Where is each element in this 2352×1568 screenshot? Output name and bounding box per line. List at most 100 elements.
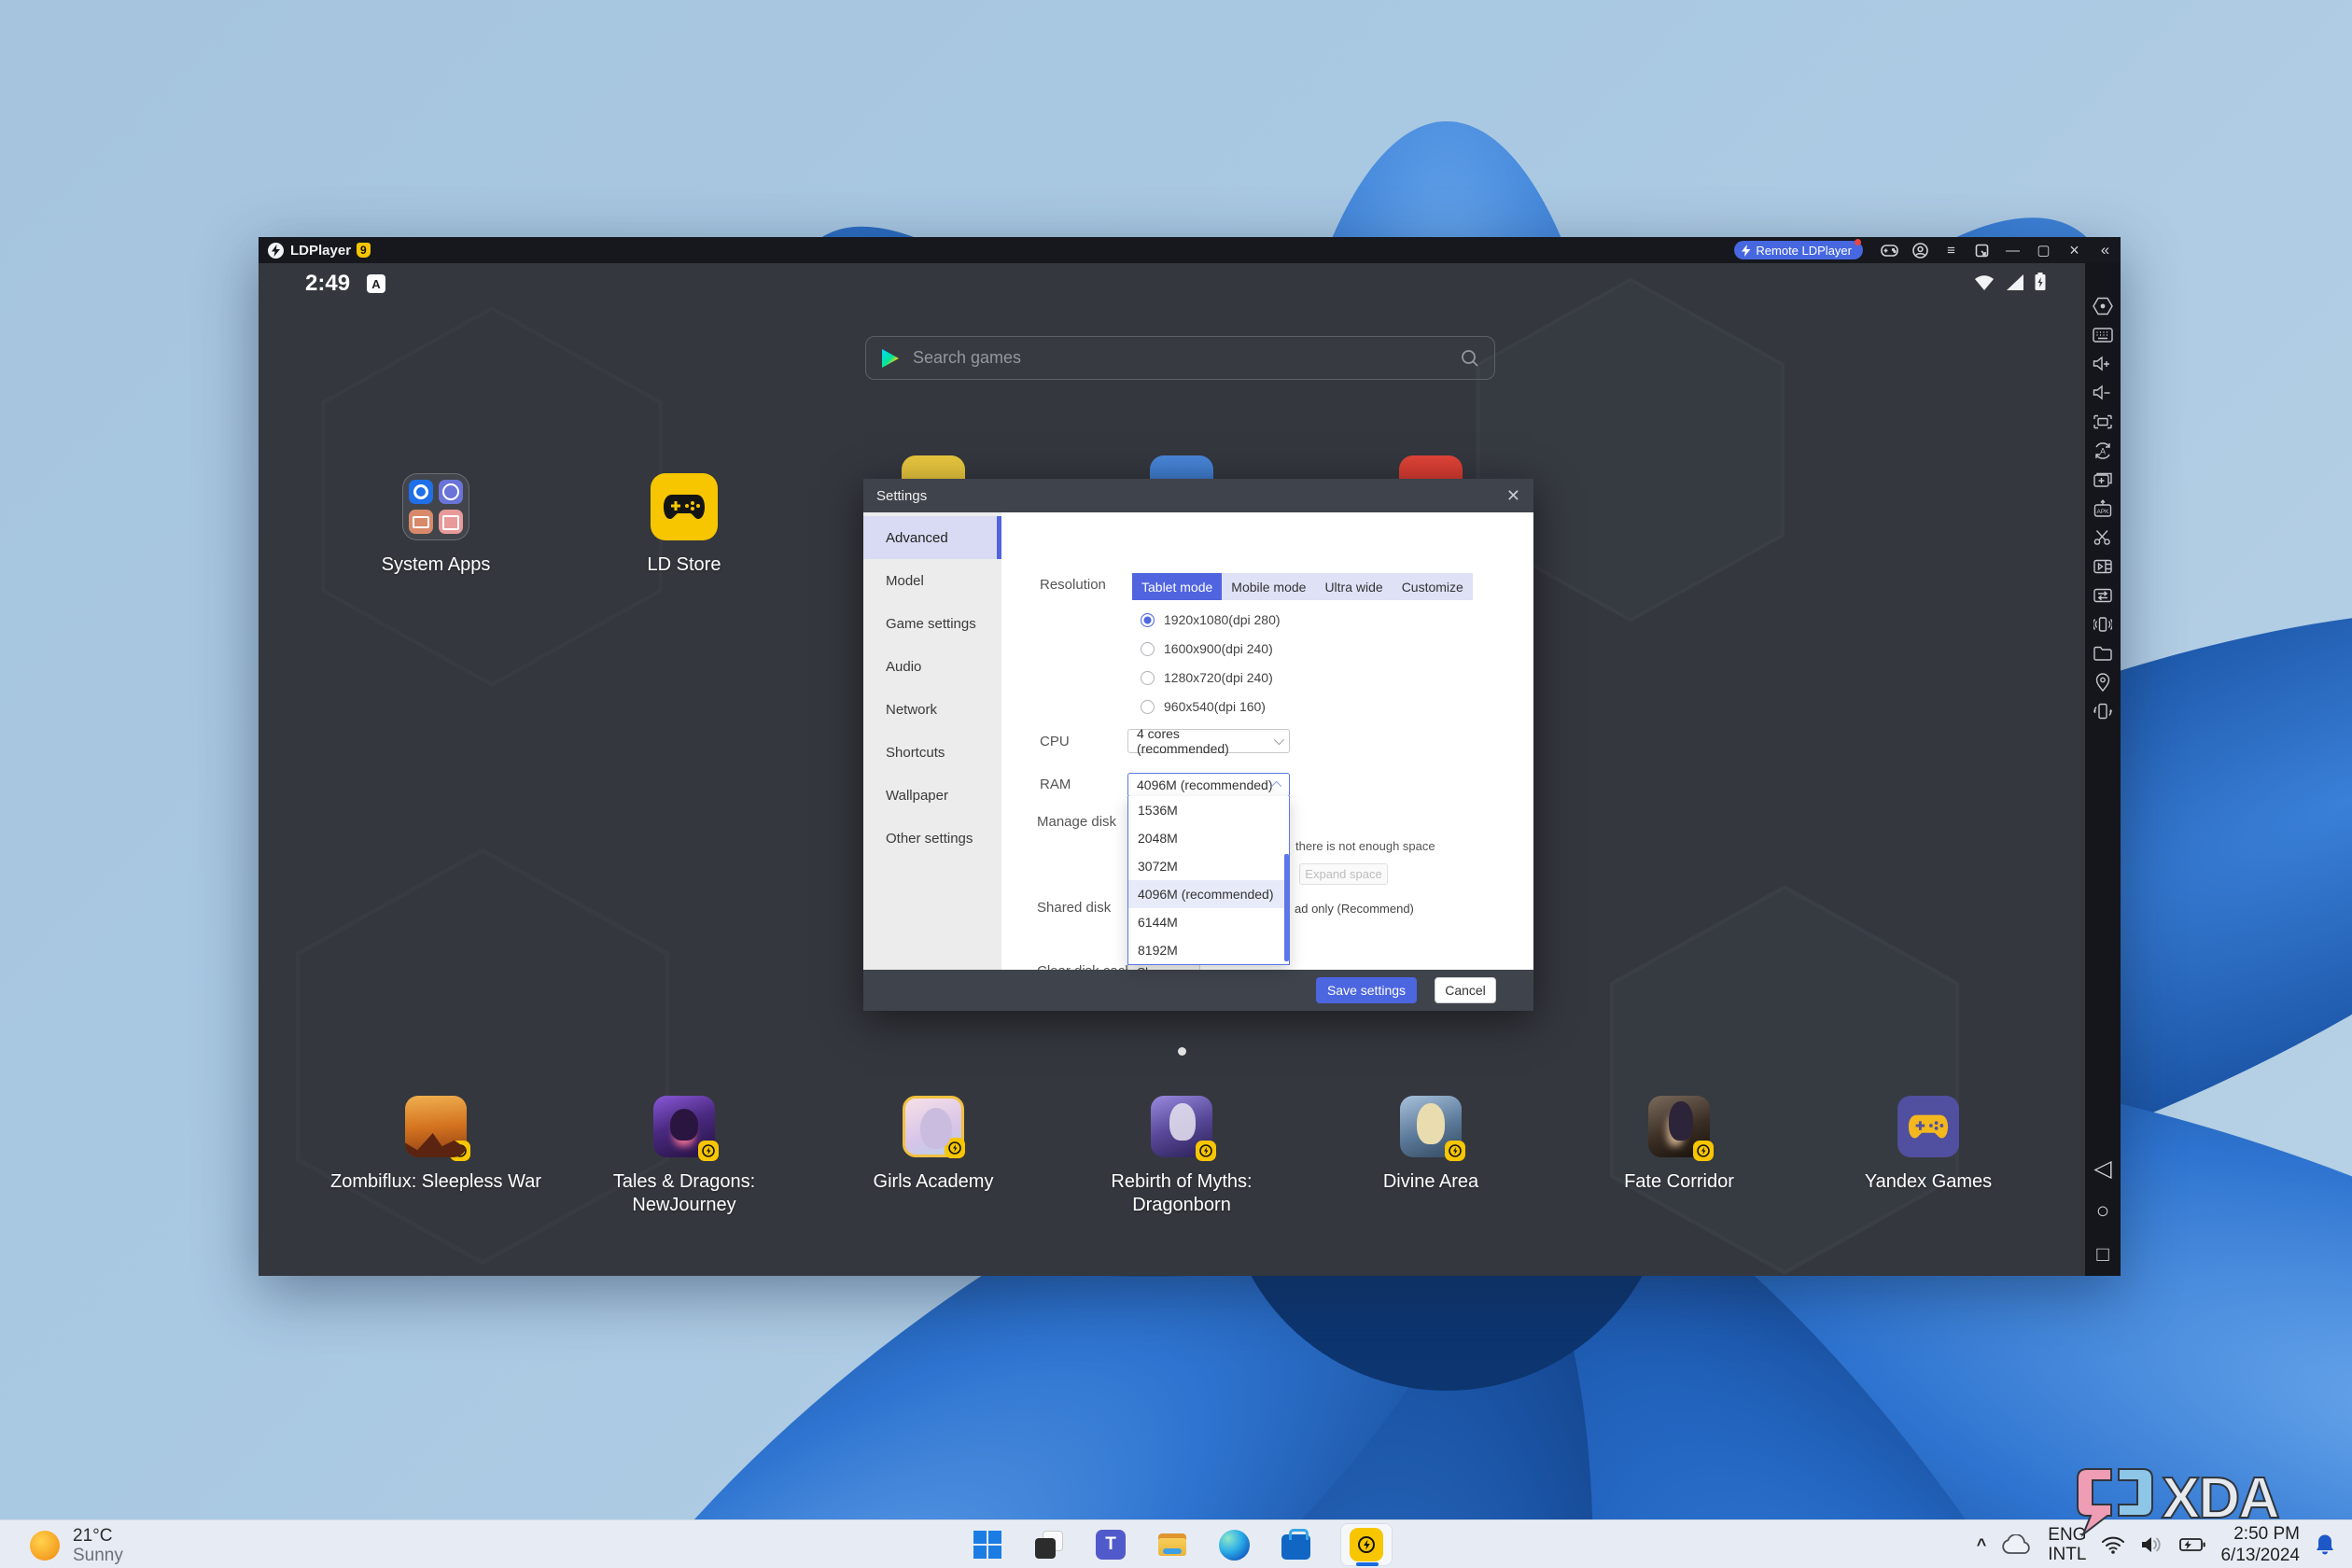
sidebar-item-game-settings[interactable]: Game settings xyxy=(863,602,1001,645)
ld-store-app[interactable]: LD Store xyxy=(572,473,796,577)
ldplayer-taskbar-icon xyxy=(1350,1528,1383,1561)
tab-tablet-mode[interactable]: Tablet mode xyxy=(1132,573,1222,600)
sidebar-item-wallpaper[interactable]: Wallpaper xyxy=(863,774,1001,817)
radio-icon[interactable] xyxy=(1141,700,1155,714)
chevron-down-icon xyxy=(1274,735,1284,745)
dock-app[interactable]: Divine Area xyxy=(1319,1096,1543,1194)
dock-app[interactable]: Tales & Dragons: NewJourney xyxy=(572,1096,796,1217)
sidebar-item-network[interactable]: Network xyxy=(863,688,1001,731)
radio-icon[interactable] xyxy=(1141,642,1155,656)
ram-option-3072[interactable]: 3072M xyxy=(1128,852,1289,880)
app-label: Tales & Dragons: NewJourney xyxy=(572,1170,796,1217)
ld-store-icon[interactable] xyxy=(651,473,718,540)
divine-area-app-icon[interactable] xyxy=(1400,1096,1462,1157)
ldplayer-taskbar-button[interactable] xyxy=(1340,1523,1393,1566)
resolution-option-960[interactable]: 960x540(dpi 160) xyxy=(1141,697,1266,716)
dock-app[interactable]: Rebirth of Myths: Dragonborn xyxy=(1070,1096,1294,1217)
rotate-screen-icon[interactable]: A xyxy=(2085,436,2121,465)
resolution-option-1600[interactable]: 1600x900(dpi 240) xyxy=(1141,639,1273,658)
shake-icon[interactable] xyxy=(2085,609,2121,638)
disk-space-note: there is not enough space xyxy=(1295,839,1435,853)
tab-ultra-wide[interactable]: Ultra wide xyxy=(1315,573,1392,600)
account-icon[interactable] xyxy=(1905,237,1936,263)
radio-icon[interactable] xyxy=(1141,671,1155,685)
video-recorder-icon[interactable] xyxy=(2085,552,2121,581)
install-apk-icon[interactable]: APK xyxy=(2085,494,2121,523)
screenshot-icon[interactable] xyxy=(2085,465,2121,494)
rebirth-myths-app-icon[interactable] xyxy=(1151,1096,1212,1157)
dropdown-scrollbar[interactable] xyxy=(1284,854,1289,961)
nav-home-button[interactable]: ○ xyxy=(2096,1198,2110,1225)
expand-space-button[interactable]: Expand space xyxy=(1299,863,1388,885)
yandex-games-app-icon[interactable] xyxy=(1897,1096,1959,1157)
resolution-option-1920[interactable]: 1920x1080(dpi 280) xyxy=(1141,610,1281,629)
ram-option-8192[interactable]: 8192M xyxy=(1128,936,1289,964)
folder-icon-tray xyxy=(1163,1548,1182,1554)
volume-up-icon[interactable] xyxy=(2085,349,2121,378)
file-explorer-button[interactable] xyxy=(1155,1528,1189,1561)
collapse-sidebar-button[interactable]: « xyxy=(2090,237,2121,263)
ram-option-4096[interactable]: 4096M (recommended) xyxy=(1128,880,1289,908)
dialog-close-icon[interactable]: ✕ xyxy=(1506,486,1520,506)
ld-badge-icon xyxy=(1196,1141,1216,1161)
browser-app-icon xyxy=(439,480,463,504)
start-button[interactable] xyxy=(971,1528,1004,1561)
resolution-option-1280[interactable]: 1280x720(dpi 240) xyxy=(1141,668,1273,687)
sidebar-item-shortcuts[interactable]: Shortcuts xyxy=(863,731,1001,774)
save-settings-button[interactable]: Save settings xyxy=(1316,977,1417,1003)
system-apps-folder-icon[interactable] xyxy=(402,473,469,540)
fullscreen-icon[interactable] xyxy=(2085,407,2121,436)
radio-selected-icon[interactable] xyxy=(1141,613,1155,627)
sidebar-item-advanced[interactable]: Advanced xyxy=(863,516,1001,559)
ld-badge-icon xyxy=(1445,1141,1465,1161)
remote-ldplayer-button[interactable]: Remote LDPlayer xyxy=(1734,241,1863,259)
fate-corridor-app-icon[interactable] xyxy=(1648,1096,1710,1157)
tales-dragons-app-icon[interactable] xyxy=(653,1096,715,1157)
girls-academy-app-icon[interactable] xyxy=(903,1096,964,1157)
gamepad-icon[interactable] xyxy=(1874,237,1905,263)
ram-option-6144[interactable]: 6144M xyxy=(1128,908,1289,936)
windows-logo-icon xyxy=(973,1531,1001,1559)
teams-button[interactable]: T xyxy=(1094,1528,1127,1561)
zombiflux-app-icon[interactable] xyxy=(405,1096,467,1157)
search-games-bar[interactable]: Search games xyxy=(865,336,1495,380)
minimize-button[interactable]: — xyxy=(1997,237,2028,263)
volume-down-icon[interactable] xyxy=(2085,378,2121,407)
tray-overflow-chevron[interactable]: ^ xyxy=(1977,1535,1987,1555)
nav-back-button[interactable]: ◁ xyxy=(2093,1155,2111,1182)
sidebar-item-audio[interactable]: Audio xyxy=(863,645,1001,688)
ram-select[interactable]: 4096M (recommended) xyxy=(1127,773,1290,797)
tab-mobile-mode[interactable]: Mobile mode xyxy=(1222,573,1315,600)
ram-option-2048[interactable]: 2048M xyxy=(1128,824,1289,852)
location-icon[interactable] xyxy=(2085,667,2121,696)
system-apps-folder[interactable]: System Apps xyxy=(324,473,548,577)
sync-icon[interactable] xyxy=(2085,581,2121,609)
weather-widget[interactable]: 21°C Sunny xyxy=(30,1526,123,1565)
microsoft-store-button[interactable] xyxy=(1279,1528,1312,1561)
cpu-select[interactable]: 4 cores (recommended) xyxy=(1127,729,1290,753)
ld-badge-icon xyxy=(945,1138,965,1158)
popout-icon[interactable] xyxy=(1967,237,1997,263)
shared-folder-icon[interactable] xyxy=(2085,638,2121,667)
scissors-icon[interactable] xyxy=(2085,523,2121,552)
dock-app[interactable]: Girls Academy xyxy=(821,1096,1045,1194)
dock-app[interactable]: Zombiflux: Sleepless War xyxy=(324,1096,548,1194)
edge-button[interactable] xyxy=(1217,1528,1251,1561)
tab-customize[interactable]: Customize xyxy=(1393,573,1473,600)
hexagon-pattern xyxy=(1584,879,1985,1276)
rotate-device-icon[interactable] xyxy=(2085,696,2121,725)
maximize-button[interactable]: ▢ xyxy=(2028,237,2059,263)
ram-option-1536[interactable]: 1536M xyxy=(1128,796,1289,824)
dock-app[interactable]: Yandex Games xyxy=(1816,1096,2040,1194)
onedrive-cloud-icon[interactable] xyxy=(2001,1534,2033,1555)
menu-icon[interactable]: ≡ xyxy=(1936,237,1967,263)
operation-recorder-icon[interactable] xyxy=(2085,291,2121,320)
task-view-button[interactable] xyxy=(1032,1528,1066,1561)
keyboard-icon[interactable] xyxy=(2085,320,2121,349)
close-button[interactable]: × xyxy=(2059,237,2090,263)
cancel-button[interactable]: Cancel xyxy=(1435,977,1496,1003)
sidebar-item-model[interactable]: Model xyxy=(863,559,1001,602)
nav-recents-button[interactable]: □ xyxy=(2096,1241,2108,1267)
sidebar-item-other-settings[interactable]: Other settings xyxy=(863,817,1001,860)
dock-app[interactable]: Fate Corridor xyxy=(1567,1096,1791,1194)
